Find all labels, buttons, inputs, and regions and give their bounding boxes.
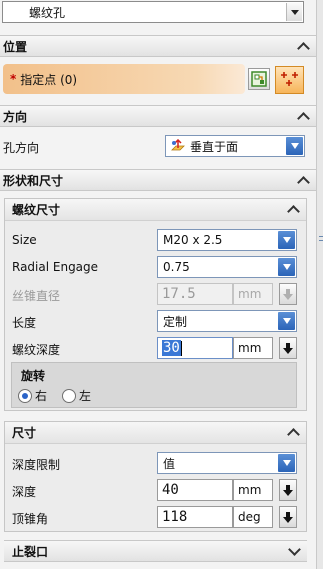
length-value: 定制 [163, 314, 188, 329]
radio-unselected-icon[interactable] [62, 388, 76, 403]
rotation-title: 旋转 [21, 369, 46, 383]
arrow-down-icon [283, 342, 293, 354]
chevron-down-icon[interactable] [286, 137, 303, 155]
specify-point-label: 指定点 (0) [20, 72, 78, 87]
graphics-window-edge [316, 0, 323, 569]
chevron-down-icon[interactable] [278, 231, 295, 249]
depth-unit-value: mm [238, 483, 262, 497]
dimensions-header[interactable]: 尺寸 [5, 422, 306, 444]
section-relief-header[interactable]: 止裂口 [4, 540, 307, 562]
rotation-left-option[interactable]: 左 [62, 387, 91, 404]
tip-angle-label: 顶锥角 [12, 512, 49, 526]
hole-type-dropdown[interactable]: 螺纹孔 [2, 1, 304, 23]
section-shape-size-title: 形状和尺寸 [3, 173, 64, 188]
radial-engage-dropdown[interactable]: 0.75 [157, 256, 297, 278]
rotation-group: 旋转 右 左 [11, 362, 297, 408]
depth-unit[interactable]: mm [233, 479, 273, 501]
chevron-down-icon[interactable] [286, 3, 302, 21]
collapse-icon[interactable] [293, 171, 313, 189]
depth-limit-dropdown[interactable]: 值 [157, 452, 297, 474]
length-label: 长度 [12, 316, 37, 330]
depth-limit-label: 深度限制 [12, 458, 61, 472]
required-marker: * [10, 72, 17, 86]
arrow-down-icon [283, 484, 293, 496]
tap-drill-diameter-label: 丝锥直径 [12, 289, 61, 303]
radial-engage-value: 0.75 [163, 260, 190, 274]
arrow-down-icon [283, 511, 293, 523]
thread-depth-value: 30 [162, 340, 181, 356]
tap-drill-options-button [279, 283, 297, 305]
depth-value: 40 [162, 482, 179, 498]
radial-engage-label: Radial Engage [12, 260, 99, 274]
dimensions-title: 尺寸 [12, 426, 37, 440]
tip-angle-options-button[interactable] [279, 506, 297, 528]
radio-selected-icon[interactable] [18, 388, 32, 403]
tip-angle-unit[interactable]: deg [233, 506, 273, 528]
thread-size-dropdown[interactable]: M20 x 2.5 [157, 229, 297, 251]
thread-size-title: 螺纹尺寸 [12, 203, 61, 217]
specify-point-selector[interactable]: * 指定点 (0) [3, 64, 245, 94]
arrow-down-icon [283, 288, 293, 300]
collapse-icon[interactable] [283, 423, 303, 441]
rotation-right-label: 右 [35, 389, 48, 403]
collapse-icon[interactable] [283, 200, 303, 218]
depth-options-button[interactable] [279, 479, 297, 501]
section-position-title: 位置 [3, 39, 28, 54]
section-position-header[interactable]: 位置 [0, 35, 316, 57]
hole-direction-value: 垂直于面 [190, 139, 239, 154]
tip-angle-input[interactable]: 118 [157, 506, 233, 528]
hole-feature-dialog-panel: 螺纹孔 位置 * 指定点 (0) 方向 孔方向 垂直于面 形状和尺寸 螺纹尺寸 … [0, 0, 316, 569]
sketch-section-button[interactable] [248, 68, 270, 90]
size-label: Size [12, 233, 37, 247]
depth-limit-value: 值 [163, 456, 176, 471]
tap-drill-unit: mm [233, 283, 273, 305]
depth-input[interactable]: 40 [157, 479, 233, 501]
sketch-icon [251, 71, 267, 87]
rotation-left-label: 左 [79, 389, 92, 403]
thread-depth-unit[interactable]: mm [233, 337, 273, 359]
collapse-icon[interactable] [293, 37, 313, 55]
thread-size-header[interactable]: 螺纹尺寸 [5, 199, 306, 221]
text-caret [180, 340, 182, 356]
thread-depth-input[interactable]: 30 [157, 337, 233, 359]
depth-label: 深度 [12, 485, 37, 499]
section-shape-size-header[interactable]: 形状和尺寸 [0, 169, 316, 191]
expand-icon[interactable] [284, 542, 304, 560]
thread-depth-options-button[interactable] [279, 337, 297, 359]
tap-drill-unit-value: mm [238, 287, 262, 301]
edge-marker [319, 240, 323, 241]
hole-type-value: 螺纹孔 [29, 5, 66, 20]
collapse-icon[interactable] [293, 107, 313, 125]
thread-depth-unit-value: mm [238, 341, 262, 355]
tip-angle-unit-value: deg [238, 510, 261, 524]
hole-direction-label: 孔方向 [3, 141, 40, 155]
chevron-down-icon[interactable] [278, 312, 295, 330]
chevron-down-icon[interactable] [278, 258, 295, 276]
tip-angle-value: 118 [162, 509, 188, 525]
thread-depth-label: 螺纹深度 [12, 343, 61, 357]
section-direction-header[interactable]: 方向 [0, 105, 316, 127]
tap-drill-diameter-field: 17.5 [157, 283, 233, 305]
point-dialog-button[interactable] [275, 66, 304, 94]
thread-size-value: M20 x 2.5 [163, 233, 223, 247]
add-points-icon [280, 72, 298, 86]
normal-to-face-icon [171, 139, 185, 151]
tap-drill-diameter-value: 17.5 [162, 286, 196, 302]
rotation-right-option[interactable]: 右 [18, 387, 47, 404]
edge-marker [319, 236, 323, 237]
hole-direction-dropdown[interactable]: 垂直于面 [165, 135, 305, 157]
chevron-down-icon[interactable] [278, 454, 295, 472]
section-relief-title: 止裂口 [12, 544, 49, 559]
section-direction-title: 方向 [3, 109, 28, 124]
length-dropdown[interactable]: 定制 [157, 310, 297, 332]
